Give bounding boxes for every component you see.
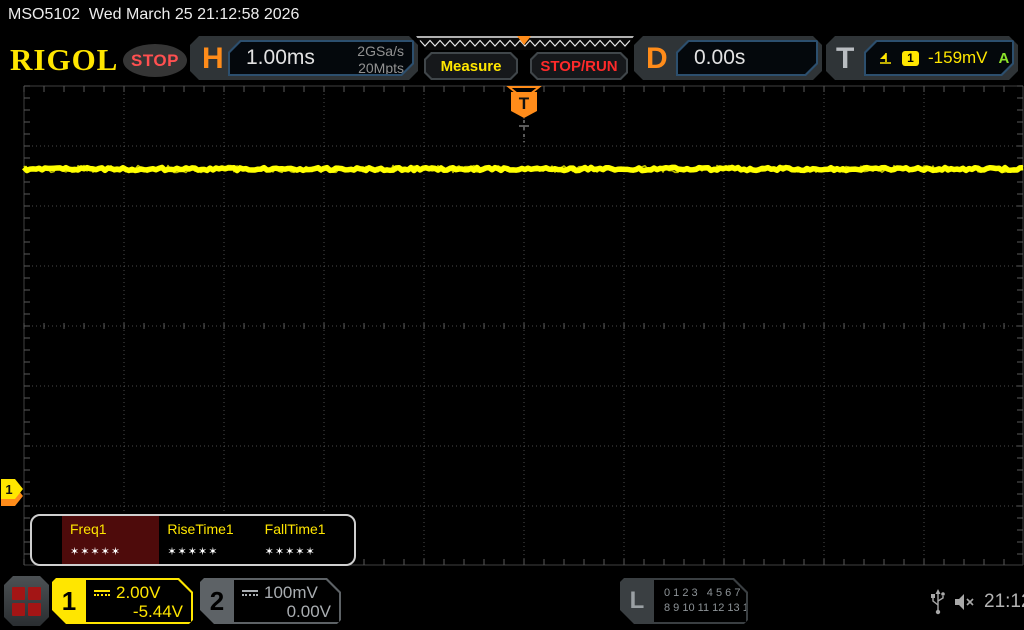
title-bar: MSO5102 Wed March 25 21:12:58 2026 bbox=[8, 6, 300, 23]
clock[interactable]: 21:12 bbox=[984, 591, 1024, 613]
run-state-badge[interactable]: STOP bbox=[123, 44, 187, 77]
channel2-offset: 0.00V bbox=[286, 602, 331, 621]
acquisition-info: 2GSa/s 20Mpts bbox=[357, 43, 404, 77]
trigger-marker[interactable]: T bbox=[511, 92, 537, 142]
channel2-status-box[interactable]: 2 100mV 0.00V bbox=[200, 578, 341, 624]
function-menu-button[interactable] bbox=[4, 576, 49, 626]
measurement-risetime1[interactable]: RiseTime1 ✶✶✶✶✶ bbox=[159, 516, 256, 564]
falling-edge-trigger-icon bbox=[878, 51, 893, 66]
logic-label: L bbox=[629, 587, 645, 614]
delay-value: 0.00s bbox=[694, 46, 746, 69]
delay-settings-tab[interactable]: D 0.00s bbox=[634, 36, 822, 80]
usb-icon bbox=[931, 589, 945, 615]
grid-lines bbox=[23, 85, 1024, 566]
measurement-freq1[interactable]: Freq1 ✶✶✶✶✶ bbox=[62, 516, 160, 564]
channel1-status-box[interactable]: 1 2.00V -5.44V bbox=[52, 578, 193, 624]
measure-button[interactable]: Measure bbox=[424, 52, 518, 80]
trigger-settings-tab[interactable]: T 1 -159mV A bbox=[826, 36, 1018, 80]
four-squares-icon bbox=[12, 587, 41, 616]
channel1-offset: -5.44V bbox=[132, 602, 183, 621]
measurement-panel: Freq1 ✶✶✶✶✶ RiseTime1 ✶✶✶✶✶ FallTime1 ✶✶… bbox=[30, 514, 356, 566]
memory-depth: 20Mpts bbox=[358, 60, 404, 76]
sample-rate: 2GSa/s bbox=[357, 43, 404, 59]
logic-channels-row1: 0 1 2 3 4 5 6 7 bbox=[664, 587, 741, 599]
oscilloscope-screen: MSO5102 Wed March 25 21:12:58 2026 RIGOL… bbox=[0, 0, 1024, 630]
horizontal-settings-tab[interactable]: H 1.00ms 2GSa/s 20Mpts bbox=[190, 36, 418, 80]
dc-coupling-icon bbox=[94, 590, 110, 596]
stop-run-button[interactable]: STOP/RUN bbox=[530, 52, 628, 80]
waveform-overview-icon bbox=[416, 36, 634, 50]
trigger-source-badge: 1 bbox=[902, 51, 919, 66]
trigger-label: T bbox=[836, 42, 855, 75]
graticule-area: T 1 bbox=[1, 85, 1024, 566]
channel1-marker-label: 1 bbox=[5, 482, 12, 497]
dc-coupling-icon bbox=[242, 590, 258, 596]
channel1-number: 1 bbox=[61, 585, 77, 616]
logic-channels-box[interactable]: L 0 1 2 3 4 5 6 7 8 9 10 11 12 13 14 15 bbox=[620, 578, 748, 624]
rigol-logo: RIGOL bbox=[10, 42, 119, 77]
measurement-falltime1[interactable]: FallTime1 ✶✶✶✶✶ bbox=[257, 516, 354, 564]
waveform-trace-ch1 bbox=[22, 164, 1024, 174]
trigger-level-value: -159mV bbox=[928, 48, 988, 67]
delay-label: D bbox=[646, 42, 668, 75]
waveform-overview-strip[interactable] bbox=[416, 36, 634, 50]
trigger-marker-letter: T bbox=[519, 94, 530, 113]
trigger-mode-indicator: A bbox=[998, 49, 1010, 67]
horizontal-label: H bbox=[202, 42, 224, 75]
channel2-scale: 100mV bbox=[264, 583, 318, 602]
channel1-scale: 2.00V bbox=[116, 583, 161, 602]
sound-muted-icon[interactable] bbox=[952, 590, 978, 614]
logic-channels-row2: 8 9 10 11 12 13 14 15 bbox=[664, 602, 771, 614]
timebase-value: 1.00ms bbox=[246, 46, 315, 69]
channel2-number: 2 bbox=[209, 585, 225, 616]
